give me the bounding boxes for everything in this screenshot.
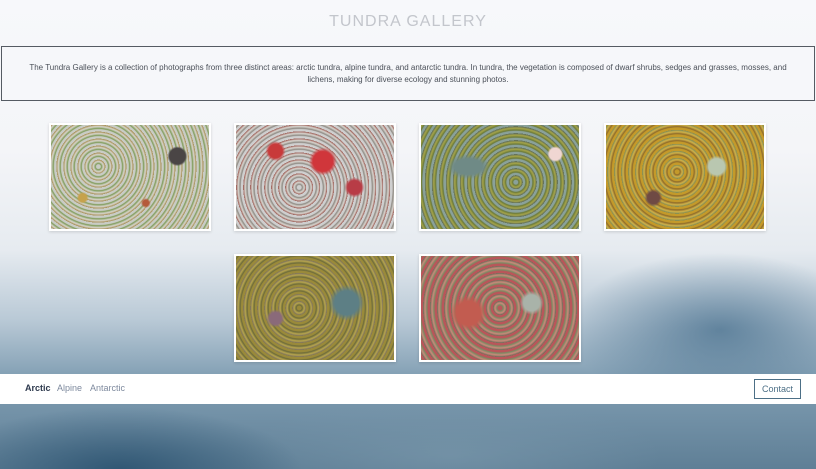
tundra-photo-image xyxy=(421,125,579,229)
contact-button[interactable]: Contact xyxy=(754,379,801,399)
tundra-photo-image xyxy=(421,256,579,360)
page-title: TUNDRA GALLERY xyxy=(329,13,487,30)
gallery-photo-3[interactable] xyxy=(419,123,581,231)
tundra-photo-image xyxy=(236,256,394,360)
tundra-photo-image xyxy=(606,125,764,229)
nav-link-antarctic[interactable]: Antarctic xyxy=(90,383,125,393)
gallery-page: TUNDRA GALLERY The Tundra Gallery is a c… xyxy=(0,0,816,469)
tundra-photo-image xyxy=(51,125,209,229)
intro-box: The Tundra Gallery is a collection of ph… xyxy=(1,46,815,101)
nav-link-arctic[interactable]: Arctic xyxy=(25,383,51,393)
gallery-photo-1[interactable] xyxy=(49,123,211,231)
gallery-photo-5[interactable] xyxy=(234,254,396,362)
gallery-photo-2[interactable] xyxy=(234,123,396,231)
nav-link-alpine[interactable]: Alpine xyxy=(57,383,82,393)
gallery-photo-4[interactable] xyxy=(604,123,766,231)
intro-text: The Tundra Gallery is a collection of ph… xyxy=(29,62,787,84)
bottom-nav-bar: Arctic Alpine Antarctic Contact xyxy=(0,374,816,404)
tundra-photo-image xyxy=(236,125,394,229)
gallery-photo-6[interactable] xyxy=(419,254,581,362)
